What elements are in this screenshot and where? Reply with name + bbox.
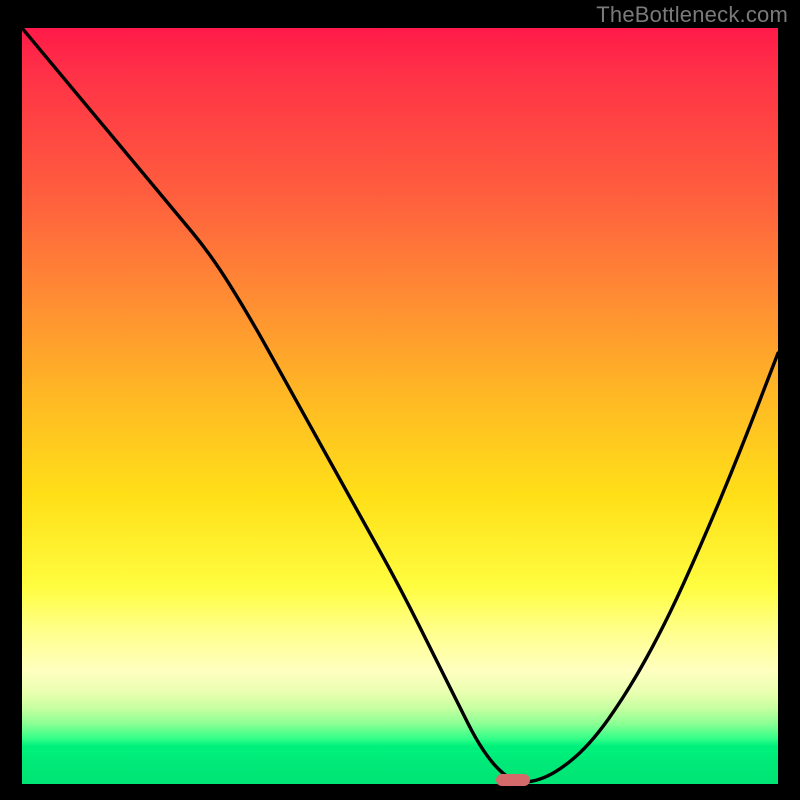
plot-area	[22, 28, 778, 784]
curve-svg	[22, 28, 778, 784]
attribution-text: TheBottleneck.com	[596, 2, 788, 28]
frame: TheBottleneck.com	[0, 0, 800, 800]
minimum-marker	[496, 774, 530, 786]
bottleneck-curve	[22, 28, 778, 782]
